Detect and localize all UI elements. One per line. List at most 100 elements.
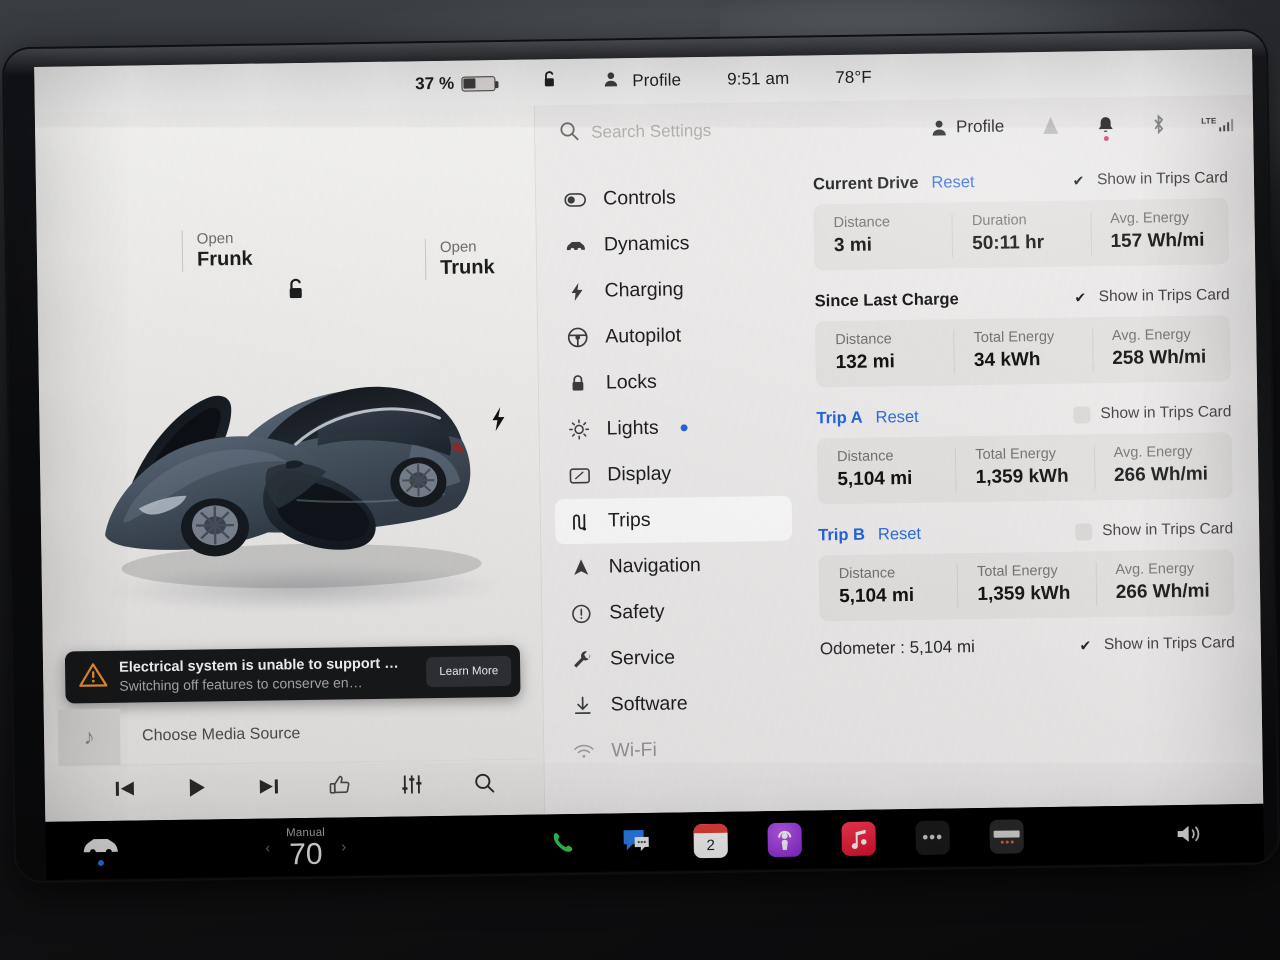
equalizer-button[interactable]: [376, 773, 448, 794]
bluetooth-icon[interactable]: [1152, 114, 1165, 135]
section-title[interactable]: Trip B: [818, 525, 865, 545]
settings-profile-button[interactable]: Profile: [931, 117, 1004, 138]
sidebar-item-trips[interactable]: Trips: [554, 495, 793, 545]
stat-key: Avg. Energy: [1110, 209, 1190, 228]
media-search-icon[interactable]: [448, 772, 520, 794]
stat-value: 50:11 hr: [972, 231, 1045, 255]
sidebar-label: Software: [610, 692, 688, 716]
reset-button[interactable]: Reset: [875, 407, 918, 427]
messages-app[interactable]: [619, 825, 654, 860]
odometer-label: Odometer : 5,104 mi: [819, 637, 975, 659]
search-input[interactable]: [591, 118, 852, 143]
reset-button[interactable]: Reset: [931, 173, 974, 193]
unlock-icon[interactable]: [541, 70, 557, 94]
sidebar-item-service[interactable]: Service: [557, 634, 795, 683]
more-apps-button[interactable]: •••: [915, 820, 950, 855]
battery-indicator[interactable]: 37 %: [415, 73, 496, 94]
light-sun-icon: [567, 419, 589, 440]
sidebar-item-display[interactable]: Display: [554, 450, 792, 499]
open-frunk-label: Frunk: [196, 247, 253, 271]
phone-app[interactable]: [545, 826, 580, 861]
section-title: Current Drive: [812, 173, 919, 193]
stat-cell: Total Energy 34 kWh: [953, 317, 1092, 385]
checkbox-label: Show in Trips Card: [1103, 634, 1235, 654]
thumbs-up-icon[interactable]: [304, 774, 376, 796]
temp-increase-button[interactable]: ›: [341, 838, 346, 855]
stat-card: Distance 5,104 mi Total Energy 1,359 kWh…: [818, 549, 1235, 622]
sidebar-label: Safety: [609, 600, 665, 624]
sidebar-label: Dynamics: [603, 232, 690, 256]
learn-more-button[interactable]: Learn More: [426, 655, 512, 688]
stat-cell: Avg. Energy 266 Wh/mi: [1095, 549, 1234, 617]
outside-temperature-label: 78°F: [835, 67, 872, 88]
climate-control[interactable]: ‹ Manual 70 ›: [155, 822, 456, 872]
stat-key: Distance: [833, 214, 891, 232]
steering-wheel-icon: [566, 327, 588, 348]
exclamation-circle-icon: [570, 603, 592, 623]
checkbox-unchecked-icon: [1075, 522, 1093, 541]
sidebar-item-charging[interactable]: Charging: [551, 266, 789, 315]
odometer-show-in-trips-card-toggle[interactable]: ✔ Show in Trips Card: [1077, 634, 1235, 654]
show-in-trips-card-toggle[interactable]: Show in Trips Card: [1075, 520, 1233, 541]
padlock-icon: [567, 374, 589, 393]
sidebar-item-wifi[interactable]: Wi-Fi: [558, 726, 796, 775]
dashcam-bar: [993, 829, 1020, 838]
stat-card: Distance 132 mi Total Energy 34 kWh Avg.…: [815, 315, 1231, 388]
stat-value: 1,359 kWh: [977, 582, 1071, 606]
stat-cell: Avg. Energy 258 Wh/mi: [1092, 315, 1231, 383]
next-track-button[interactable]: [232, 777, 304, 796]
stat-key: Duration: [971, 212, 1027, 230]
podcasts-app[interactable]: [767, 822, 802, 858]
sidebar-item-lights[interactable]: Lights: [553, 404, 791, 453]
show-in-trips-card-toggle[interactable]: ✔ Show in Trips Card: [1072, 286, 1230, 306]
vehicle-alert-toast[interactable]: Electrical system is unable to support ……: [64, 644, 521, 704]
vehicle-controls-button[interactable]: [46, 834, 156, 867]
bell-icon[interactable]: [1097, 115, 1114, 141]
stat-cell: Duration 50:11 hr: [952, 200, 1091, 268]
wiper-icon[interactable]: [1042, 116, 1059, 136]
stat-card: Distance 3 mi Duration 50:11 hr Avg. Ene…: [813, 198, 1230, 271]
sidebar-item-locks[interactable]: Locks: [553, 358, 791, 407]
lte-signal-icon[interactable]: LTE: [1201, 116, 1234, 131]
sidebar-item-dynamics[interactable]: Dynamics: [551, 220, 789, 269]
open-frunk-button[interactable]: Open Frunk: [181, 229, 253, 273]
section-title[interactable]: Trip A: [816, 408, 862, 428]
sidebar-label: Lights: [606, 416, 659, 440]
sidebar-item-navigation[interactable]: Navigation: [555, 542, 793, 591]
previous-track-button[interactable]: [89, 779, 161, 798]
unlock-icon[interactable]: [285, 277, 307, 306]
dashcam-app[interactable]: [989, 819, 1024, 854]
car-visualizer-pane: Open Frunk Open Trunk Electrical system …: [34, 105, 546, 822]
search-icon: [559, 120, 579, 145]
stat-value: 34 kWh: [973, 349, 1041, 372]
stat-key: Distance: [835, 331, 892, 349]
show-in-trips-card-toggle[interactable]: Show in Trips Card: [1073, 403, 1232, 424]
settings-sidebar: Controls Dynamics Charging Autopilot Loc…: [536, 158, 811, 815]
sidebar-label: Display: [607, 462, 672, 486]
volume-button[interactable]: [1113, 821, 1263, 847]
sidebar-label: Controls: [603, 186, 676, 210]
stat-cell: Distance 132 mi: [815, 319, 954, 387]
climate-temperature: 70: [288, 837, 323, 872]
car-front-icon: [565, 238, 587, 252]
stat-cell: Avg. Energy 157 Wh/mi: [1090, 198, 1229, 266]
search-settings-field[interactable]: [559, 115, 919, 145]
profile-label[interactable]: Profile: [632, 70, 681, 91]
music-app[interactable]: [841, 821, 876, 857]
music-note-icon: ♪: [57, 708, 121, 766]
stat-cell: Distance 5,104 mi: [817, 436, 956, 504]
calendar-app[interactable]: 2: [693, 823, 728, 859]
show-in-trips-card-toggle[interactable]: ✔ Show in Trips Card: [1070, 169, 1229, 189]
temp-decrease-button[interactable]: ‹: [265, 839, 270, 856]
play-button[interactable]: [161, 777, 233, 798]
open-trunk-button[interactable]: Open Trunk: [424, 238, 495, 281]
dashcam-indicators: [1000, 840, 1014, 844]
sidebar-item-controls[interactable]: Controls: [550, 174, 788, 223]
sidebar-item-software[interactable]: Software: [557, 680, 795, 729]
reset-button[interactable]: Reset: [878, 524, 921, 544]
display-icon: [568, 467, 590, 484]
sidebar-item-safety[interactable]: Safety: [556, 588, 794, 637]
media-source-row[interactable]: ♪ Choose Media Source: [57, 703, 534, 766]
sidebar-item-autopilot[interactable]: Autopilot: [552, 312, 790, 361]
media-controls: [58, 758, 535, 812]
